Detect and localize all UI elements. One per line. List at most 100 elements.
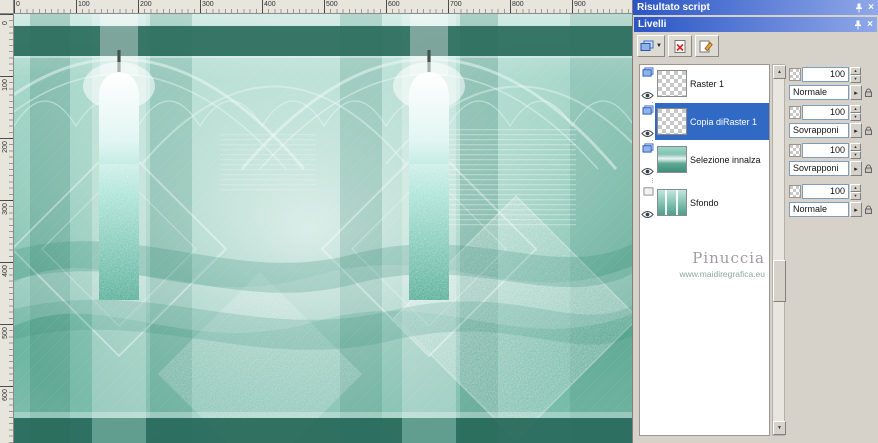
layer-row-rail — [640, 65, 655, 102]
ruler-label-v: 500 — [2, 327, 9, 339]
layer-name: Selezione innalza — [690, 154, 761, 165]
layer-row-rail — [640, 141, 655, 178]
close-icon[interactable]: × — [867, 19, 873, 30]
spinner-up-icon[interactable]: ▲ — [850, 104, 861, 113]
ruler-label-v: 600 — [2, 389, 9, 401]
ruler-label-h: 600 — [388, 1, 400, 8]
ruler-label-h: 100 — [78, 1, 90, 8]
layer-controls-copia-diraster1: 100 ▲ ▼ Sovrapponi ▸ — [789, 104, 877, 139]
ruler-label-v: 300 — [2, 203, 9, 215]
blend-mode-select[interactable]: Normale — [789, 85, 849, 100]
script-result-panel-title: Risultato script — [637, 2, 710, 13]
layer-row-selezione-innalza[interactable]: Selezione innalza — [640, 141, 769, 178]
layer-list: Raster 1 Copia diRaster 1 Selezione inna… — [639, 64, 770, 436]
scroll-up-button[interactable]: ▲ — [773, 65, 786, 79]
spinner-down-icon[interactable]: ▼ — [850, 150, 861, 159]
opacity-preview — [789, 106, 801, 119]
ruler-label-h: 200 — [140, 1, 152, 8]
ruler-label-h: 400 — [264, 1, 276, 8]
right-panel-dock: Risultato script × Livelli × ▼ Raster 1 … — [632, 0, 878, 443]
layer-controls-sfondo: 100 ▲ ▼ Normale ▸ — [789, 183, 877, 218]
chevron-down-icon: ▼ — [656, 43, 662, 49]
delete-layer-icon — [674, 39, 686, 53]
blend-dropdown-icon[interactable]: ▸ — [850, 202, 862, 217]
horizontal-ruler[interactable]: 0 100 200 300 400 500 600 700 800 900 — [14, 0, 632, 14]
opacity-input[interactable]: 100 — [802, 67, 849, 82]
layer-stack-icon — [642, 67, 653, 77]
layer-name: Copia diRaster 1 — [690, 116, 758, 127]
layer-row-rail — [640, 103, 655, 140]
canvas-area: 0 100 200 300 400 500 600 700 800 900 0 100 200 300 4… — [0, 0, 632, 443]
blend-dropdown-icon[interactable]: ▸ — [850, 85, 862, 100]
blend-dropdown-icon[interactable]: ▸ — [850, 161, 862, 176]
pin-icon[interactable] — [854, 3, 864, 13]
vertical-ruler[interactable]: 0 100 200 300 400 500 600 — [0, 14, 14, 443]
new-layer-button[interactable]: ▼ — [637, 35, 665, 57]
scroll-down-button[interactable]: ▼ — [773, 421, 786, 435]
ruler-label-h: 300 — [202, 1, 214, 8]
script-result-panel-header[interactable]: Risultato script × — [633, 0, 878, 15]
opacity-input[interactable]: 100 — [802, 184, 849, 199]
app-window: 0 100 200 300 400 500 600 700 800 900 0 100 200 300 4… — [0, 0, 878, 443]
canvas-artwork[interactable] — [14, 14, 632, 443]
opacity-input[interactable]: 100 — [802, 143, 849, 158]
ruler-label-v: 100 — [2, 79, 9, 91]
ruler-label-v: 400 — [2, 265, 9, 277]
artwork-image — [14, 14, 632, 443]
layer-row-main[interactable]: Raster 1 — [655, 65, 769, 102]
layer-thumbnail[interactable] — [657, 146, 687, 173]
lock-icon[interactable] — [864, 88, 873, 98]
spinner-down-icon[interactable]: ▼ — [850, 74, 861, 83]
layer-row-rail — [640, 184, 655, 221]
spinner-down-icon[interactable]: ▼ — [850, 191, 861, 200]
lock-icon[interactable] — [864, 164, 873, 174]
layers-panel-title: Livelli — [638, 19, 667, 30]
blend-mode-select[interactable]: Normale — [789, 202, 849, 217]
layer-row-main[interactable]: Sfondo — [655, 184, 769, 221]
eye-icon[interactable] — [641, 167, 654, 176]
layer-list-scrollbar[interactable]: ▲ ▼ — [772, 64, 786, 436]
eye-icon[interactable] — [641, 129, 654, 138]
layer-row-sfondo[interactable]: Sfondo — [640, 184, 769, 221]
opacity-spinner: ▲ ▼ — [850, 66, 861, 83]
layer-stack-icon — [642, 105, 653, 115]
opacity-preview — [789, 144, 801, 157]
eye-icon[interactable] — [641, 210, 654, 219]
opacity-preview — [789, 68, 801, 81]
eye-icon[interactable] — [641, 91, 654, 100]
layer-row-raster1[interactable]: Raster 1 — [640, 65, 769, 102]
ruler-label-h: 500 — [326, 1, 338, 8]
blend-dropdown-icon[interactable]: ▸ — [850, 123, 862, 138]
layer-thumbnail[interactable] — [657, 70, 687, 97]
opacity-spinner: ▲ ▼ — [850, 104, 861, 121]
spinner-up-icon[interactable]: ▲ — [850, 183, 861, 192]
opacity-input[interactable]: 100 — [802, 105, 849, 120]
pin-icon[interactable] — [853, 20, 863, 30]
lock-icon[interactable] — [864, 126, 873, 136]
spinner-up-icon[interactable]: ▲ — [850, 66, 861, 75]
ruler-label-v: 0 — [2, 21, 9, 25]
layer-thumbnail[interactable] — [657, 189, 687, 216]
scrollbar-thumb[interactable] — [773, 260, 786, 302]
layer-properties-button[interactable] — [694, 35, 719, 57]
ruler-label-v: 200 — [2, 141, 9, 153]
close-icon[interactable]: × — [868, 2, 874, 13]
watermark-name: Pinuccia — [692, 249, 765, 267]
layer-controls-column: 100 ▲ ▼ Normale ▸ 100 ▲ ▼ Sovrapponi ▸ 1… — [789, 66, 877, 221]
layer-row-copia-diraster1[interactable]: Copia diRaster 1 — [640, 103, 769, 140]
spinner-down-icon[interactable]: ▼ — [850, 112, 861, 121]
spinner-up-icon[interactable]: ▲ — [850, 142, 861, 151]
layer-row-main-selected[interactable]: Copia diRaster 1 — [655, 103, 769, 140]
blend-mode-select[interactable]: Sovrapponi — [789, 161, 849, 176]
layer-thumbnail[interactable] — [657, 108, 687, 135]
lock-icon[interactable] — [864, 205, 873, 215]
layers-panel-header[interactable]: Livelli × — [634, 17, 877, 32]
blend-mode-select[interactable]: Sovrapponi — [789, 123, 849, 138]
delete-layer-button[interactable] — [667, 35, 692, 57]
ruler-corner — [0, 0, 14, 14]
opacity-preview — [789, 185, 801, 198]
layer-stack-icon — [642, 143, 653, 153]
new-layer-icon — [640, 40, 654, 51]
ruler-label-h: 900 — [574, 1, 586, 8]
layer-row-main[interactable]: Selezione innalza — [655, 141, 769, 178]
